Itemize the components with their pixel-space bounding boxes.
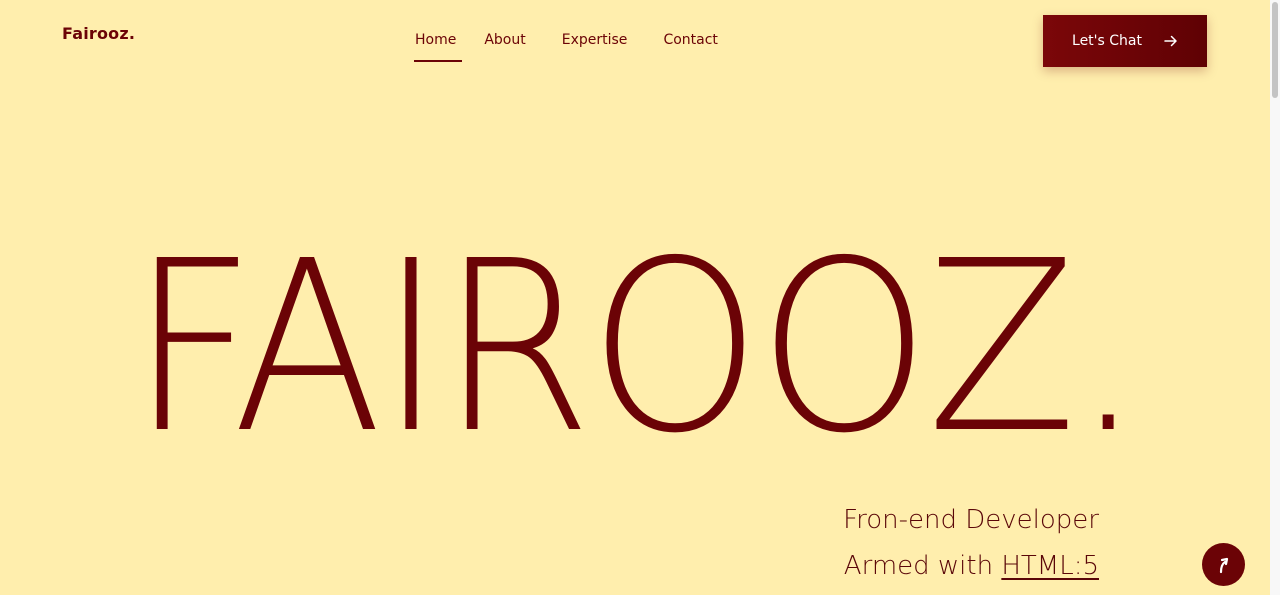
hero-role: Fron-end Developer <box>843 505 1099 535</box>
page-scrollbar[interactable] <box>1270 0 1280 595</box>
site-logo[interactable]: Fairooz. <box>62 24 135 43</box>
hero-title: FAIROOZ. <box>130 210 1143 485</box>
lets-chat-label: Let's Chat <box>1072 33 1142 49</box>
arrow-up-icon <box>1216 556 1232 574</box>
nav-item-contact[interactable]: Contact <box>663 30 717 60</box>
armed-skill: HTML:5 <box>1001 551 1099 581</box>
arrow-right-icon <box>1164 34 1178 48</box>
nav-item-about[interactable]: About <box>484 30 525 60</box>
nav-item-home[interactable]: Home <box>405 30 463 62</box>
scroll-to-top-button[interactable] <box>1202 543 1245 586</box>
page: Fairooz. Home About Expertise Contact Le… <box>0 0 1280 595</box>
armed-prefix: Armed with <box>843 551 1002 581</box>
main-nav: Home About Expertise Contact <box>405 30 754 62</box>
lets-chat-button[interactable]: Let's Chat <box>1043 15 1207 67</box>
nav-item-expertise[interactable]: Expertise <box>562 30 628 60</box>
hero-armed-with: Armed with HTML:5 <box>844 551 1099 581</box>
scrollbar-thumb[interactable] <box>1272 2 1278 98</box>
